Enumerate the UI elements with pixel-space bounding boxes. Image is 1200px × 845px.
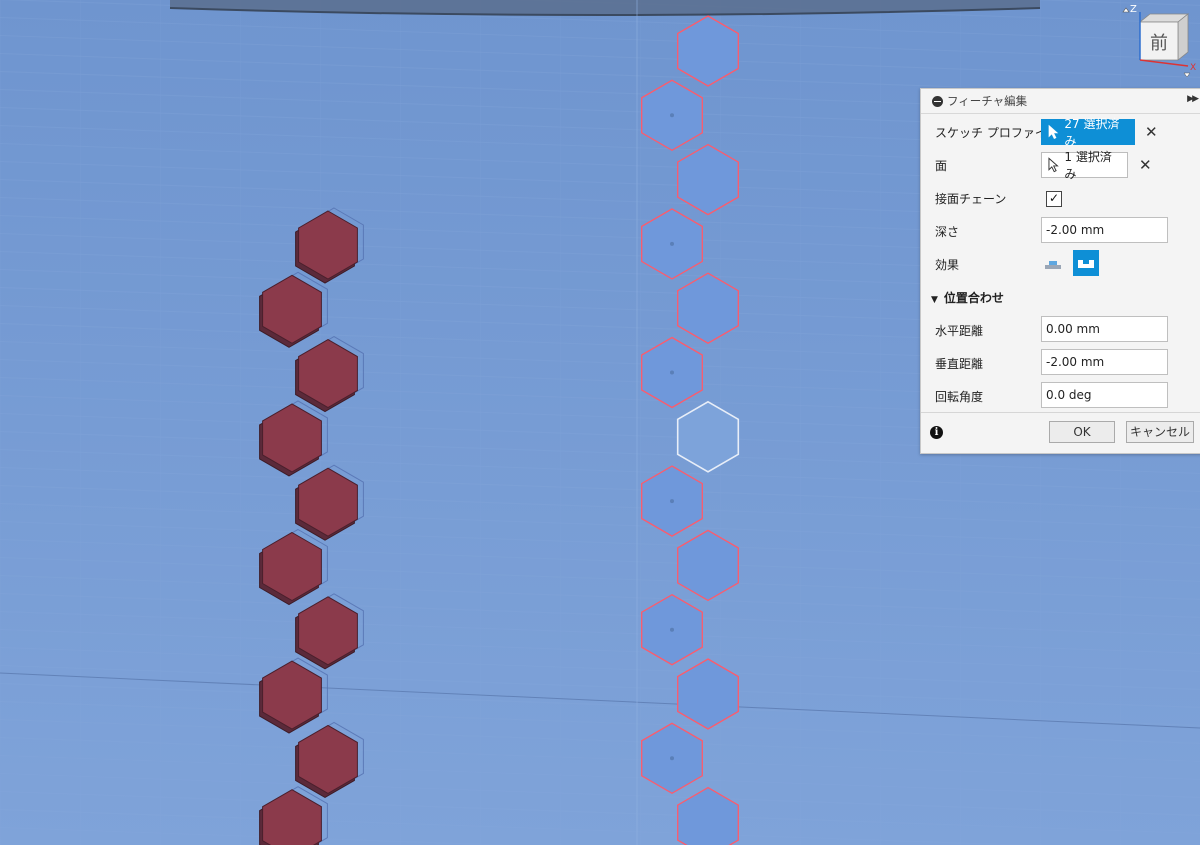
axis-z-label: Z <box>1130 4 1137 15</box>
viewcube-graphic[interactable]: 前 Z X <box>1118 0 1200 80</box>
effect-emboss-icon[interactable] <box>1043 256 1063 272</box>
rotation-angle-label: 回転角度 <box>935 389 984 404</box>
tangent-chain-checkbox[interactable]: ✓ <box>1046 191 1062 207</box>
row-tangent-chain: 接面チェーン ✓ <box>921 183 1200 213</box>
row-horizontal-distance: 水平距離 0.00 mm <box>921 315 1200 345</box>
depth-label: 深さ <box>935 224 960 239</box>
alignment-group-text: 位置合わせ <box>943 290 1004 305</box>
row-effect: 効果 <box>921 249 1200 279</box>
clear-sketch-profile-icon[interactable]: ✕ <box>1145 123 1158 141</box>
viewcube-menu-arrow-icon[interactable] <box>1183 72 1191 78</box>
sketch-center-point <box>670 627 674 632</box>
row-sketch-profile: スケッチ プロファイル 27 選択済み ✕ <box>921 117 1200 148</box>
row-face: 面 1 選択済み ✕ <box>921 150 1200 181</box>
horizontal-distance-label: 水平距離 <box>935 323 984 338</box>
face-label: 面 <box>935 158 948 173</box>
panel-footer: i OK キャンセル <box>921 412 1200 453</box>
viewcube-face-label: 前 <box>1150 33 1168 54</box>
select-cursor-icon <box>1048 157 1059 173</box>
effect-deboss-button[interactable] <box>1073 250 1099 276</box>
select-cursor-icon <box>1048 124 1059 140</box>
axis-x-line <box>1139 59 1189 67</box>
ok-button[interactable]: OK <box>1049 421 1115 443</box>
sketch-center-point <box>670 499 674 504</box>
face-select-button[interactable]: 1 選択済み <box>1041 150 1128 181</box>
row-rotation-angle: 回転角度 0.0 deg <box>921 381 1200 411</box>
vertical-distance-input[interactable]: -2.00 mm <box>1041 349 1168 375</box>
rotation-angle-input[interactable]: 0.0 deg <box>1041 382 1168 408</box>
horizontal-distance-input[interactable]: 0.00 mm <box>1041 316 1168 342</box>
sketch-center-point <box>670 241 674 246</box>
panel-header[interactable]: フィーチャ編集 ▶▶ <box>921 89 1200 114</box>
sketch-center-point <box>670 370 674 375</box>
panel-title: フィーチャ編集 <box>947 94 1028 108</box>
sketch-profile-value: 27 選択済み <box>1064 117 1120 148</box>
effect-label: 効果 <box>935 257 960 272</box>
sketch-profile-select-button[interactable]: 27 選択済み <box>1041 117 1135 148</box>
viewcube-right-face[interactable] <box>1177 13 1189 61</box>
tangent-chain-label: 接面チェーン <box>935 191 1007 206</box>
effect-deboss-icon <box>1078 260 1094 268</box>
depth-input[interactable]: -2.00 mm <box>1041 217 1168 243</box>
row-vertical-distance: 垂直距離 -2.00 mm <box>921 348 1200 378</box>
vertical-distance-label: 垂直距離 <box>935 356 984 371</box>
alignment-group-label: ▼ 位置合わせ <box>931 289 1004 306</box>
caret-down-icon: ▼ <box>931 294 938 305</box>
info-icon[interactable]: i <box>930 426 943 439</box>
alignment-group-header[interactable]: ▼ 位置合わせ <box>921 282 1200 312</box>
face-value: 1 選択済み <box>1064 150 1112 181</box>
sketch-center-point <box>670 113 674 118</box>
viewcube[interactable]: 前 Z X <box>1118 0 1200 80</box>
sketch-center-point <box>670 756 674 761</box>
axis-x-label: X <box>1190 63 1196 73</box>
clear-face-icon[interactable]: ✕ <box>1139 156 1152 174</box>
expand-icon[interactable]: ▶▶ <box>1187 94 1199 104</box>
home-icon[interactable] <box>1122 7 1130 13</box>
collapse-icon[interactable] <box>932 95 943 107</box>
row-depth: 深さ -2.00 mm <box>921 216 1200 246</box>
feature-edit-panel: フィーチャ編集 ▶▶ スケッチ プロファイル 27 選択済み ✕ 面 1 選択済… <box>920 88 1200 454</box>
cancel-button[interactable]: キャンセル <box>1126 421 1194 443</box>
